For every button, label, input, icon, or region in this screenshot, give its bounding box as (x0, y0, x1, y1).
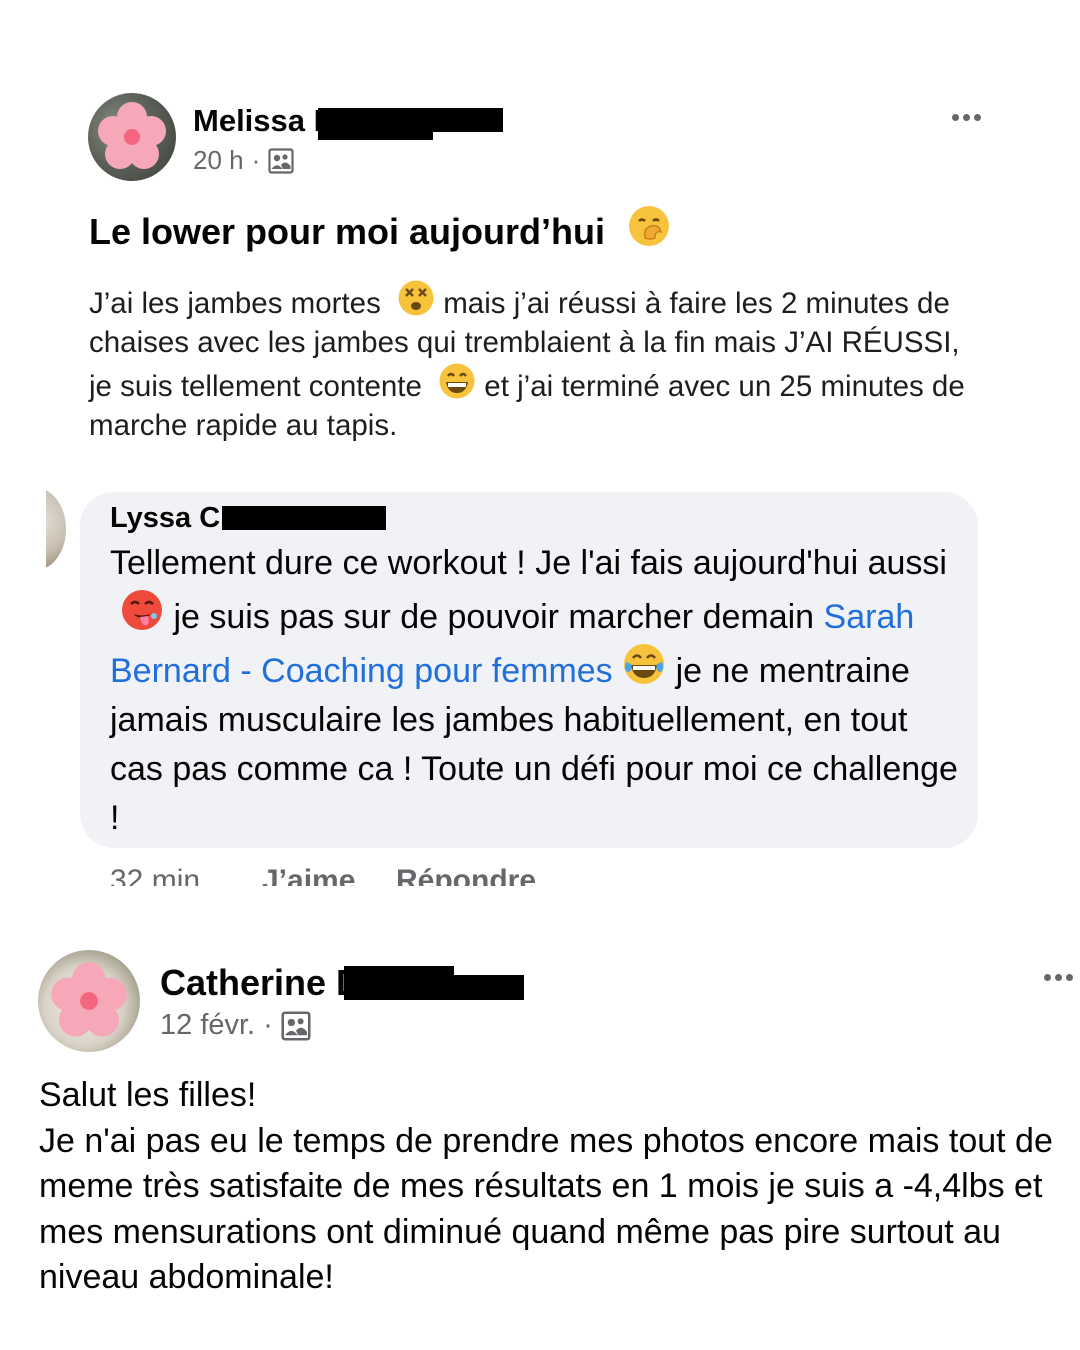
post-body-line: Salut les filles! (39, 1076, 257, 1114)
grinning-face-icon (439, 363, 475, 399)
post-body: J’ai les jambes mortes mais j’ai réussi … (89, 279, 969, 445)
timestamp[interactable]: 20 h (193, 145, 244, 176)
redaction-bar (344, 966, 454, 980)
group-icon (268, 147, 294, 174)
comment-text-part: je suis pas sur de pouvoir marcher demai… (164, 598, 824, 636)
reply-button[interactable]: Répondre (396, 864, 536, 886)
redaction-bar (318, 128, 433, 140)
post-body-line: Je n'ai pas eu le temps de prendre mes p… (39, 1121, 1053, 1297)
post-title-text: Le lower pour moi aujourd’hui (89, 211, 606, 252)
comment-time[interactable]: 32 min (110, 864, 200, 886)
comment-actions: 32 min J’aime Répondre (110, 864, 630, 886)
more-options-icon[interactable] (952, 114, 981, 121)
post-body-text: J’ai les jambes mortes (89, 287, 381, 320)
group-icon (281, 1010, 311, 1041)
separator: · (263, 1009, 273, 1041)
post-title: Le lower pour moi aujourd’hui (89, 204, 671, 253)
more-options-icon[interactable] (1044, 974, 1073, 981)
post-meta: 20 h · (193, 145, 294, 176)
comment-text: Tellement dure ce workout ! Je l'ai fais… (110, 539, 960, 843)
flower-sticker-icon (98, 102, 166, 169)
timestamp[interactable]: 12 févr. (160, 1009, 255, 1042)
like-button[interactable]: J’aime (262, 864, 355, 886)
dizzy-face-icon (398, 280, 434, 316)
hot-face-icon (122, 590, 162, 630)
redaction-bar (222, 506, 386, 530)
commenter-avatar[interactable] (46, 488, 66, 570)
avatar[interactable] (38, 950, 140, 1052)
author-name[interactable]: Catherine D (160, 962, 352, 1004)
avatar[interactable] (88, 93, 176, 181)
author-name[interactable]: Melissa D (193, 103, 333, 139)
commenter-name[interactable]: Lyssa C (110, 502, 228, 535)
tears-of-joy-icon (624, 644, 665, 684)
comment-text-part: Tellement dure ce workout ! Je l'ai fais… (110, 544, 947, 582)
separator: · (251, 145, 261, 175)
post-meta: 12 févr. · (160, 1009, 311, 1042)
post-body: Salut les filles! Je n'ai pas eu le temp… (39, 1073, 1074, 1301)
flower-sticker-icon (51, 962, 127, 1037)
face-with-hand-over-mouth-icon (629, 206, 670, 246)
